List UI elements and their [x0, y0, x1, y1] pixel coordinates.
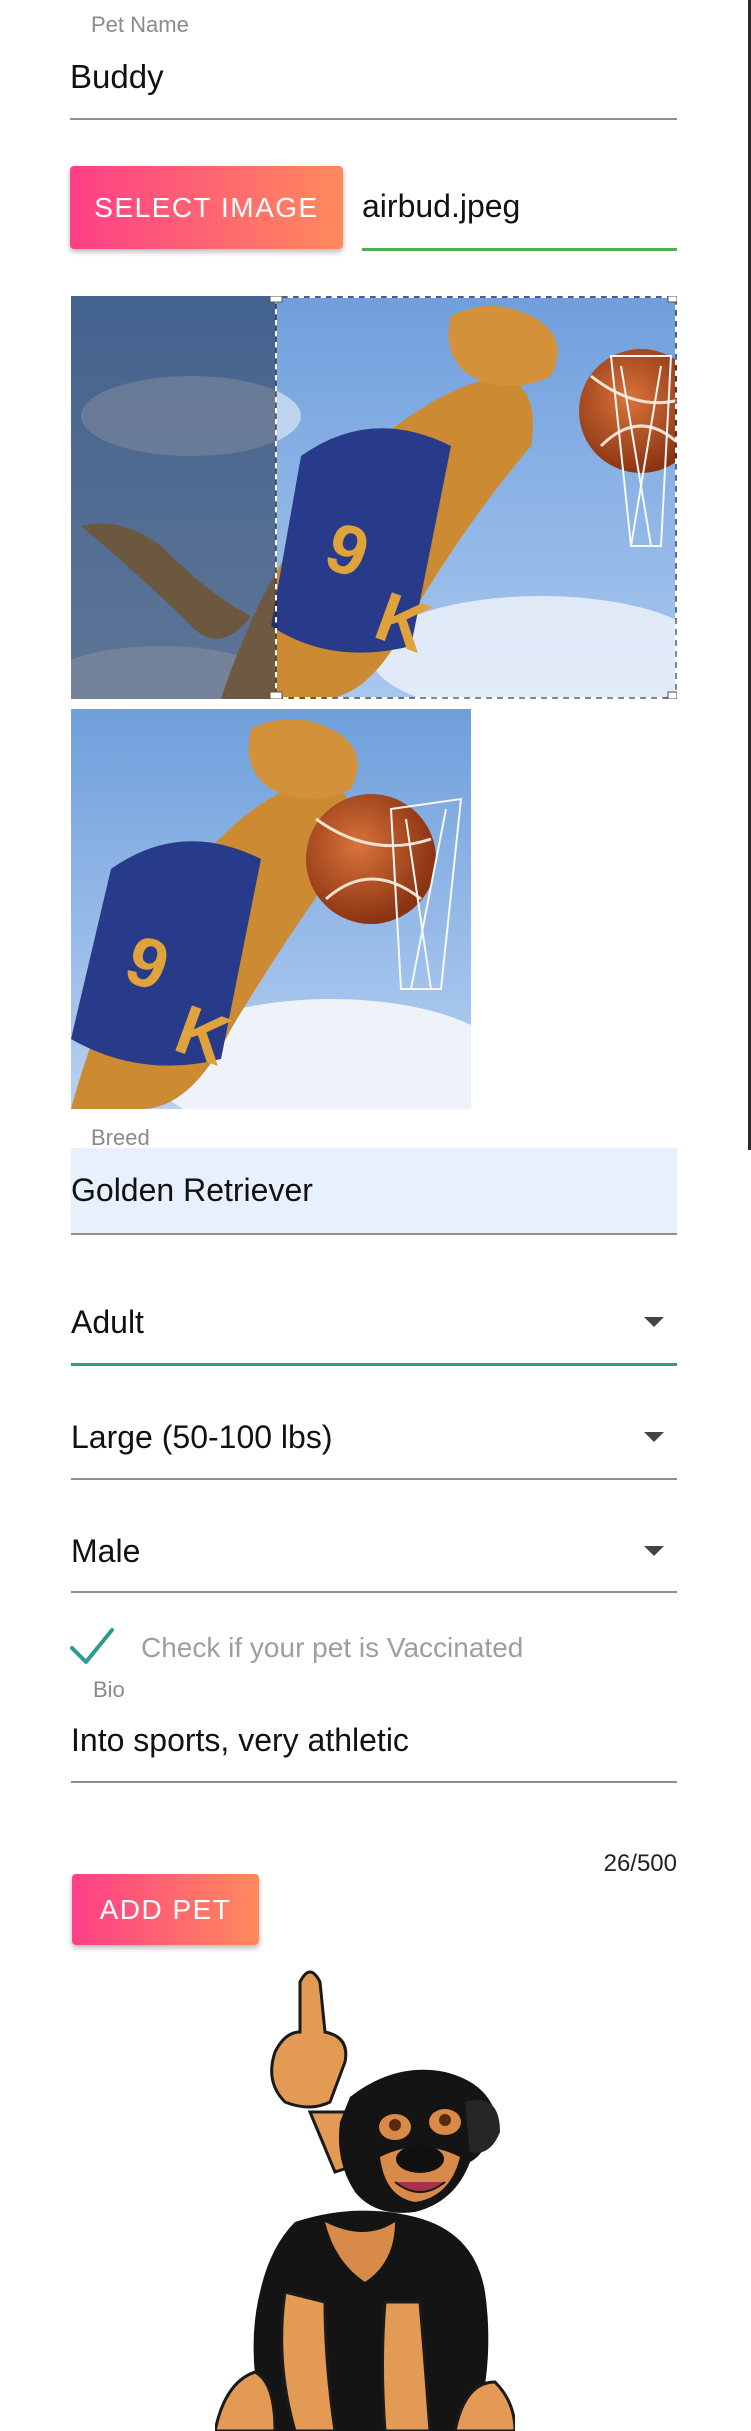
image-filename-underline	[362, 248, 677, 251]
rottweiler-mascot-image	[213, 1962, 517, 2431]
vaccinated-checkbox[interactable]	[68, 1622, 116, 1670]
dropdown-caret-icon	[644, 1432, 664, 1442]
gender-select-underline	[71, 1591, 677, 1593]
size-select[interactable]: Large (50-100 lbs)	[71, 1413, 677, 1461]
bio-character-counter: 26/500	[603, 1850, 677, 1877]
bio-label: Bio	[93, 1677, 125, 1702]
add-pet-button[interactable]: ADD PET	[72, 1874, 259, 1945]
age-select[interactable]: Adult	[71, 1298, 677, 1346]
breed-input[interactable]: Golden Retriever	[71, 1172, 313, 1209]
breed-underline	[71, 1233, 677, 1235]
pet-name-label: Pet Name	[91, 12, 189, 37]
pet-name-underline	[70, 118, 677, 120]
dropdown-caret-icon	[644, 1317, 664, 1327]
check-icon	[70, 1628, 114, 1664]
size-select-value: Large (50-100 lbs)	[71, 1418, 333, 1455]
cropper-photo: 9 K	[71, 296, 677, 699]
gender-select[interactable]: Male	[71, 1527, 677, 1575]
dropdown-caret-icon	[644, 1546, 664, 1556]
gender-select-value: Male	[71, 1532, 141, 1569]
pet-name-input[interactable]: Buddy	[70, 58, 164, 96]
age-select-underline	[71, 1363, 677, 1366]
bio-underline	[71, 1781, 677, 1783]
cropper-shade	[71, 296, 276, 699]
select-image-button[interactable]: SELECT IMAGE	[70, 166, 343, 249]
age-select-value: Adult	[71, 1303, 144, 1340]
image-cropper[interactable]: 9 K	[71, 296, 677, 699]
vaccinated-label[interactable]: Check if your pet is Vaccinated	[141, 1632, 523, 1664]
breed-field[interactable]: Golden Retriever	[71, 1148, 677, 1234]
size-select-underline	[71, 1478, 677, 1480]
bio-input[interactable]: Into sports, very athletic	[71, 1722, 409, 1759]
crop-preview-image: 9 K	[71, 709, 471, 1109]
image-filename-field[interactable]: airbud.jpeg	[362, 188, 520, 225]
